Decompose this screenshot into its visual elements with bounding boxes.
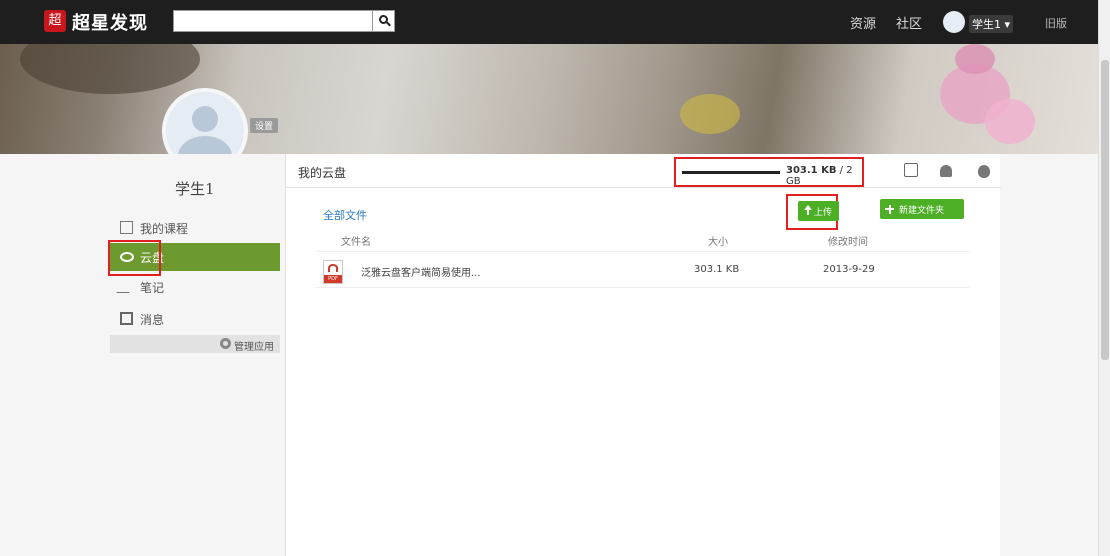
course-icon	[120, 221, 133, 234]
quota-progress-bar	[682, 171, 780, 174]
android-icon[interactable]	[940, 165, 952, 177]
desktop-client-icon[interactable]	[904, 163, 918, 177]
new-folder-button[interactable]: 新建文件夹	[880, 199, 964, 219]
panel-title: 我的云盘	[298, 166, 347, 180]
search-input[interactable]	[173, 10, 373, 32]
page: 超 超星发现 资源 社区 学生1 ▾ 旧版 设置 学生1 我的课程 云盘 笔记 …	[0, 0, 1110, 556]
column-header-size[interactable]: 大小	[708, 233, 728, 248]
sidebar-item-courses[interactable]: 我的课程	[110, 214, 280, 242]
column-header-modified[interactable]: 修改时间	[828, 233, 868, 248]
profile-settings-button[interactable]: 设置	[250, 118, 279, 133]
file-name[interactable]: 泛雅云盘客户端简易使用...	[361, 264, 481, 279]
avatar	[943, 11, 965, 33]
sidebar-item-notes[interactable]: 笔记	[110, 273, 280, 301]
breadcrumb-all-files[interactable]: 全部文件	[323, 207, 367, 223]
storage-quota: 303.1 KB / 2 GB	[674, 157, 864, 187]
table-row[interactable]: PDF 泛雅云盘客户端简易使用... 303.1 KB 2013-9-29	[316, 251, 969, 288]
logo-icon[interactable]: 超	[44, 10, 66, 32]
search-button[interactable]	[373, 10, 395, 32]
panel-header: 我的云盘 303.1 KB / 2 GB	[286, 154, 1001, 188]
message-icon	[120, 312, 133, 325]
sidebar: 学生1 我的课程 云盘 笔记 消息 管理应用	[0, 154, 285, 556]
user-menu-label: 学生1 ▾	[969, 15, 1014, 33]
gear-icon	[220, 338, 231, 349]
nav-link-resources[interactable]: 资源	[850, 13, 876, 32]
file-modified-date: 2013-9-29	[823, 264, 875, 275]
top-navbar: 超 超星发现 资源 社区 学生1 ▾ 旧版	[0, 0, 1098, 44]
upload-button[interactable]: 上传	[798, 201, 839, 221]
highlight-box-cloud	[108, 240, 161, 276]
sidebar-item-messages[interactable]: 消息	[110, 305, 280, 333]
nav-link-community[interactable]: 社区	[896, 13, 922, 32]
pdf-file-icon: PDF	[323, 260, 343, 284]
user-menu[interactable]: 学生1 ▾	[943, 9, 1025, 35]
file-size: 303.1 KB	[694, 264, 740, 275]
scrollbar-thumb[interactable]	[1101, 60, 1109, 360]
logo-text[interactable]: 超星发现	[72, 9, 148, 35]
column-header-name[interactable]: 文件名	[341, 233, 371, 248]
profile-username: 学生1	[175, 180, 215, 198]
page-scrollbar[interactable]	[1098, 0, 1110, 556]
cloud-disk-panel: 我的云盘 303.1 KB / 2 GB 全部文件 上传 新建文件夹 文件名 大…	[285, 154, 1001, 556]
pen-icon	[116, 280, 137, 293]
apple-icon[interactable]	[978, 165, 990, 178]
highlight-box-upload: 上传	[786, 194, 839, 230]
old-version-link[interactable]: 旧版	[1045, 15, 1067, 31]
manage-apps-bar[interactable]: 管理应用	[110, 335, 280, 353]
